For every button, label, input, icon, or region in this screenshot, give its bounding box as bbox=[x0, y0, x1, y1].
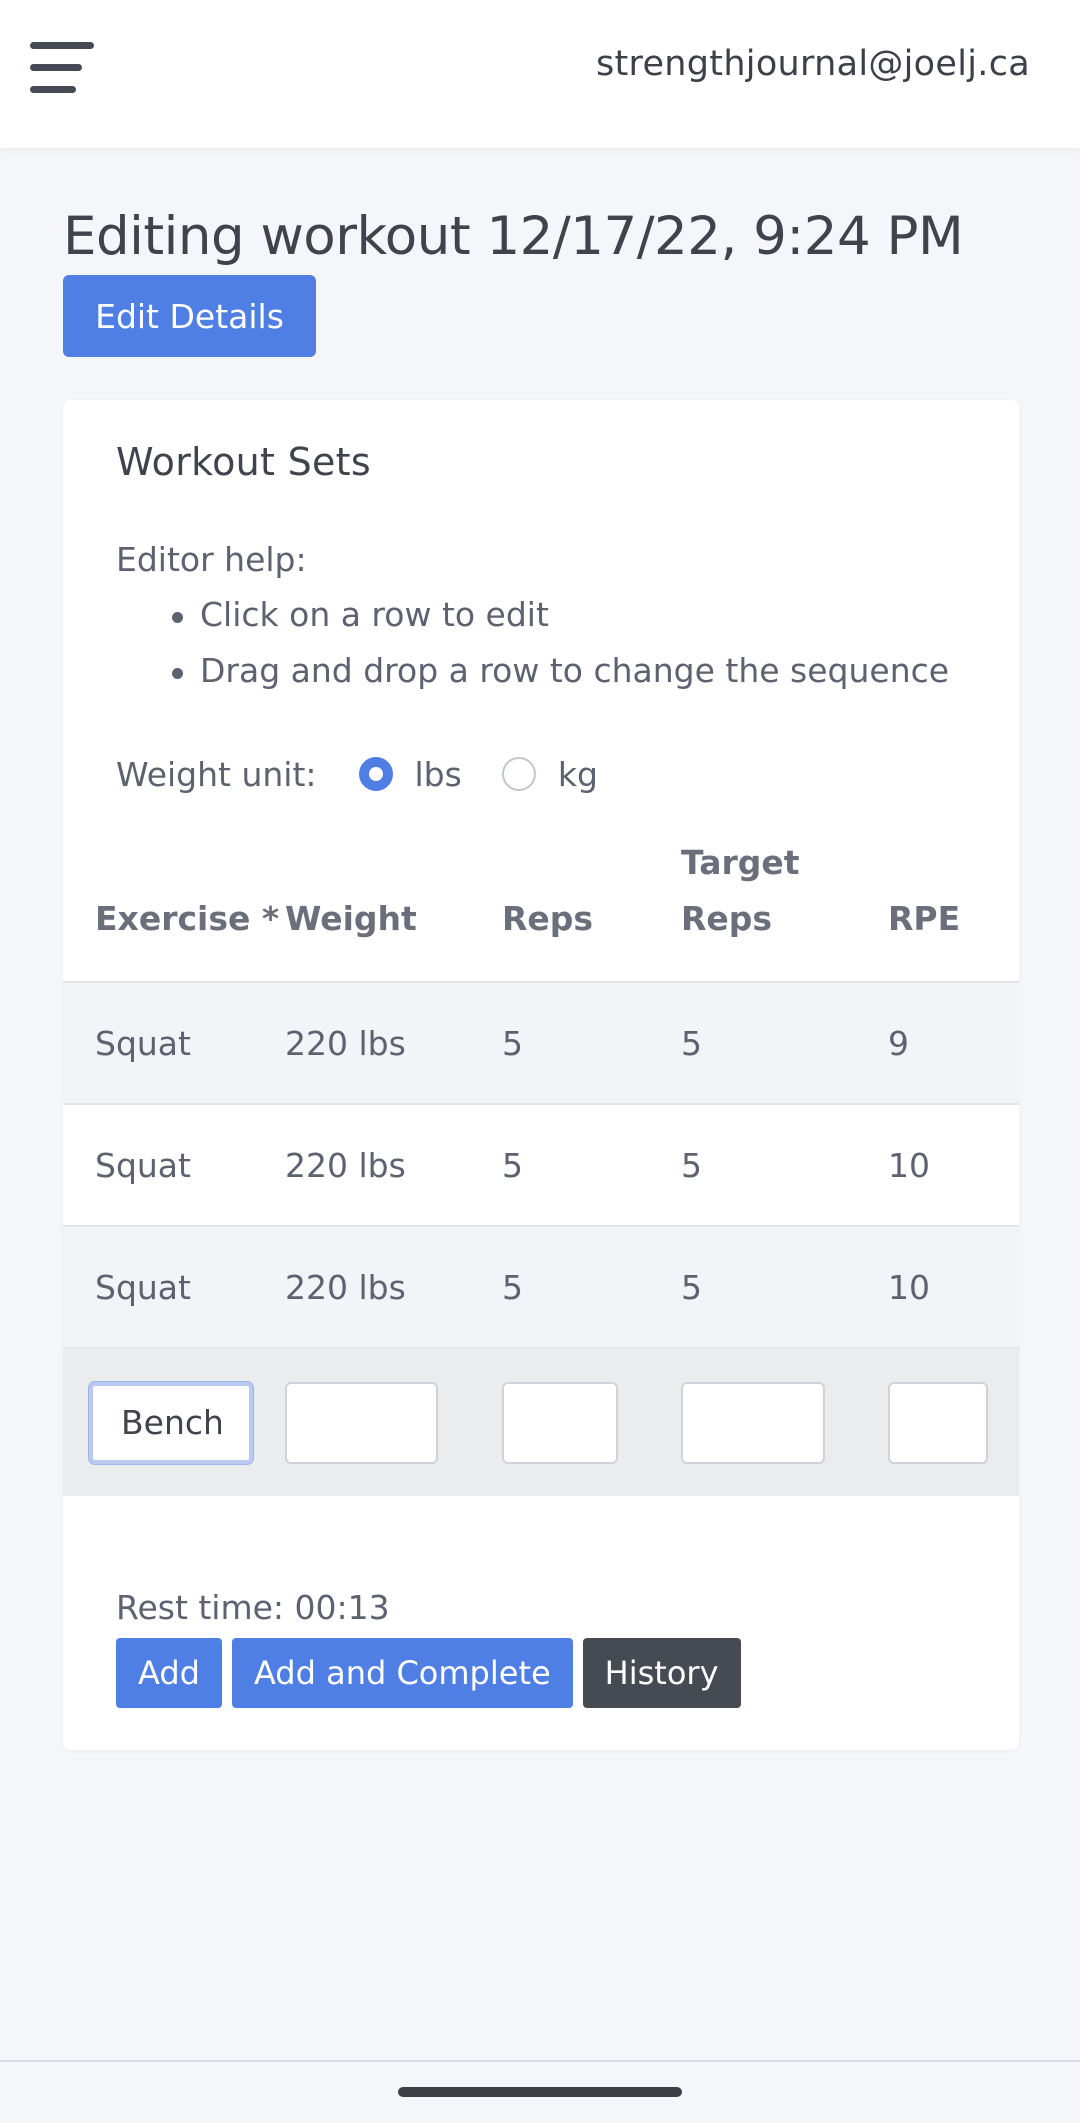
set-actions: Add Add and Complete History bbox=[116, 1638, 741, 1708]
top-navbar: strengthjournal@joelj.ca bbox=[0, 0, 1080, 148]
cell-target-reps: 5 bbox=[681, 1104, 888, 1227]
cell-reps: 5 bbox=[502, 982, 681, 1105]
exercise-input[interactable] bbox=[89, 1381, 253, 1464]
workout-sets-card: Workout Sets Editor help: Click on a row… bbox=[63, 400, 1019, 1750]
radio-kg[interactable] bbox=[501, 757, 536, 791]
rest-time: Rest time: 00:13 bbox=[116, 1588, 390, 1627]
radio-lbs-label[interactable]: lbs bbox=[415, 755, 462, 794]
edit-cell-rpe bbox=[888, 1348, 1019, 1496]
weight-unit-label: Weight unit: bbox=[116, 754, 317, 794]
header-target-reps: Target Reps bbox=[681, 828, 888, 983]
table-row[interactable]: Squat 220 lbs 5 5 10 bbox=[63, 1104, 1019, 1227]
edit-cell-reps bbox=[502, 1348, 681, 1496]
edit-cell-exercise bbox=[63, 1348, 285, 1496]
cell-exercise: Squat bbox=[63, 1226, 285, 1349]
cell-target-reps: 5 bbox=[681, 982, 888, 1105]
header-weight: Weight bbox=[285, 828, 502, 983]
table-row[interactable]: Squat 220 lbs 5 5 9 bbox=[63, 982, 1019, 1105]
cell-weight: 220 lbs bbox=[285, 982, 502, 1105]
cell-rpe: 9 bbox=[888, 982, 1019, 1105]
cell-reps: 5 bbox=[502, 1226, 681, 1349]
help-item: Drag and drop a row to change the sequen… bbox=[116, 651, 949, 707]
cell-weight: 220 lbs bbox=[285, 1104, 502, 1227]
radio-lbs[interactable] bbox=[358, 757, 393, 791]
reps-input[interactable] bbox=[502, 1381, 618, 1464]
edit-details-button[interactable]: Edit Details bbox=[63, 275, 316, 357]
rpe-input[interactable] bbox=[888, 1381, 988, 1464]
edit-cell-weight bbox=[285, 1348, 502, 1496]
target-reps-input[interactable] bbox=[681, 1381, 825, 1464]
hamburger-menu-icon[interactable] bbox=[30, 42, 96, 96]
weight-input[interactable] bbox=[285, 1381, 438, 1464]
edit-cell-target-reps bbox=[681, 1348, 888, 1496]
help-item: Click on a row to edit bbox=[116, 595, 949, 651]
card-title: Workout Sets bbox=[116, 440, 371, 484]
header-rpe: RPE bbox=[888, 828, 1019, 983]
cell-exercise: Squat bbox=[63, 1104, 285, 1227]
bottom-divider bbox=[0, 2060, 1080, 2062]
editor-help-list: Click on a row to edit Drag and drop a r… bbox=[116, 595, 949, 707]
header-exercise: Exercise * bbox=[63, 828, 285, 983]
edit-row bbox=[63, 1348, 1019, 1496]
cell-weight: 220 lbs bbox=[285, 1226, 502, 1349]
cell-target-reps: 5 bbox=[681, 1226, 888, 1349]
table-header-row: Exercise * Weight Reps Target Reps RPE bbox=[63, 828, 1019, 983]
cell-rpe: 10 bbox=[888, 1104, 1019, 1227]
cell-reps: 5 bbox=[502, 1104, 681, 1227]
table-row[interactable]: Squat 220 lbs 5 5 10 bbox=[63, 1226, 1019, 1349]
radio-kg-label[interactable]: kg bbox=[558, 755, 598, 794]
page-title: Editing workout 12/17/22, 9:24 PM bbox=[63, 206, 964, 267]
editor-help-label: Editor help: bbox=[116, 540, 307, 579]
history-button[interactable]: History bbox=[582, 1638, 741, 1708]
cell-exercise: Squat bbox=[63, 982, 285, 1105]
add-and-complete-button[interactable]: Add and Complete bbox=[231, 1638, 573, 1708]
home-indicator[interactable] bbox=[398, 2087, 682, 2097]
weight-unit-selector: Weight unit: lbs kg bbox=[116, 752, 638, 796]
user-email[interactable]: strengthjournal@joelj.ca bbox=[596, 44, 1030, 84]
header-reps: Reps bbox=[502, 828, 681, 983]
add-button[interactable]: Add bbox=[116, 1638, 222, 1708]
cell-rpe: 10 bbox=[888, 1226, 1019, 1349]
workout-sets-table: Exercise * Weight Reps Target Reps RPE S… bbox=[63, 828, 1019, 1496]
